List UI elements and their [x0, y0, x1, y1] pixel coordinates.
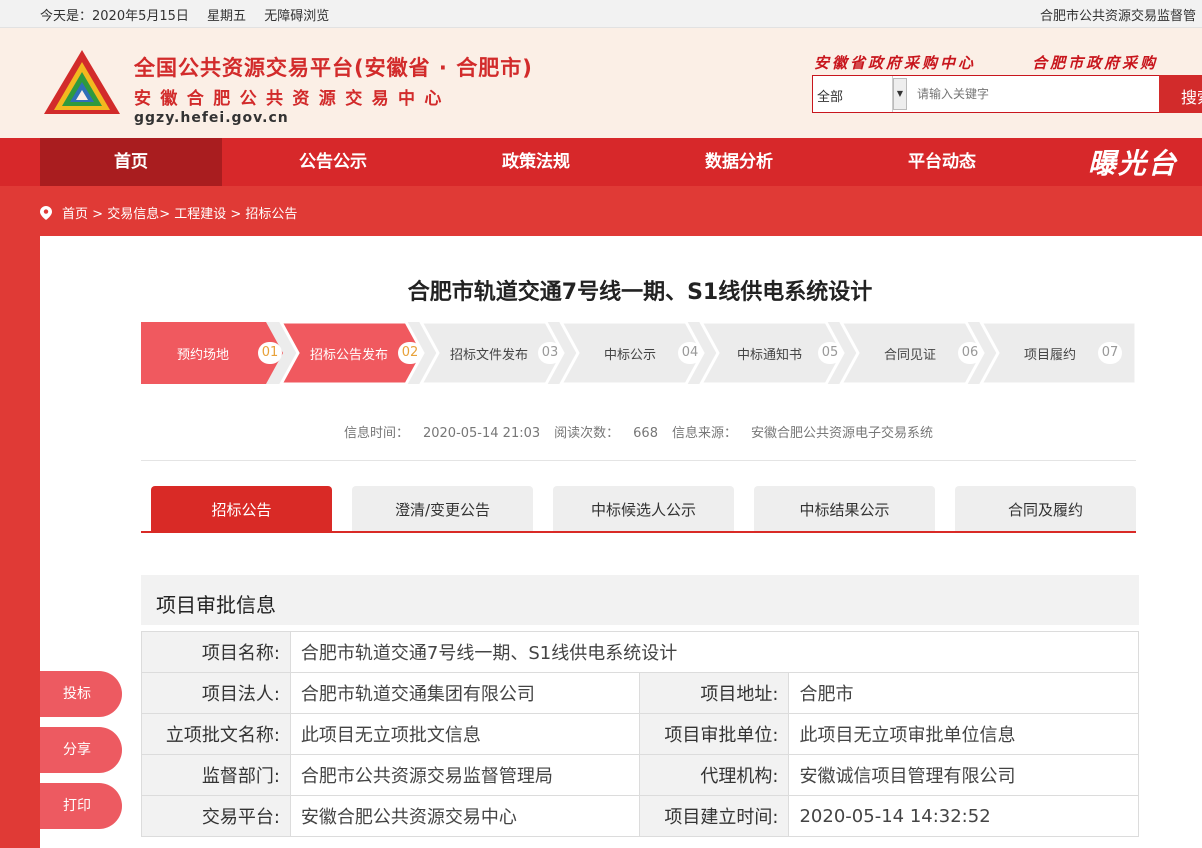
table-value: 合肥市 — [788, 672, 1139, 714]
table-row: 立项批文名称: 此项目无立项批文信息 项目审批单位: 此项目无立项审批单位信息 — [141, 713, 1139, 755]
site-subtitle: 安徽合肥公共资源交易中心 — [134, 89, 451, 109]
divider — [141, 460, 1136, 461]
site-header: 全国公共资源交易平台(安徽省 · 合肥市) 安徽合肥公共资源交易中心 ggzy.… — [0, 28, 1202, 138]
exposure-banner[interactable]: 曝光台 — [1088, 142, 1178, 182]
print-button[interactable]: 打印 — [40, 783, 122, 829]
step-label: 招标公告发布 — [310, 348, 389, 363]
step-number: 03 — [538, 342, 562, 364]
top-bar: 今天是：2020年5月15日 星期五 无障碍浏览 合肥市公共资源交易监督管 — [0, 0, 1202, 28]
step-number: 07 — [1098, 342, 1122, 364]
step-number: 04 — [678, 342, 702, 364]
main-nav: 首页 公告公示 政策法规 数据分析 平台动态 曝光台 — [0, 138, 1202, 186]
current-weekday: 星期五 — [207, 9, 247, 24]
share-button[interactable]: 分享 — [40, 727, 122, 773]
table-value: 2020-05-14 14:32:52 — [788, 795, 1139, 837]
supervision-link[interactable]: 合肥市公共资源交易监督管 — [1040, 5, 1196, 24]
info-source: 安徽合肥公共资源电子交易系统 — [751, 426, 934, 441]
table-key: 项目法人: — [141, 672, 291, 714]
info-views-label: 阅读次数： — [554, 426, 620, 441]
tab-clarification[interactable]: 澄清/变更公告 — [352, 486, 533, 532]
table-value: 此项目无立项审批单位信息 — [788, 713, 1139, 755]
tab-underline — [141, 531, 1136, 533]
search-button[interactable]: 搜索 — [1159, 75, 1202, 113]
dropdown-arrow-icon[interactable]: ▼ — [893, 78, 907, 110]
table-key: 项目审批单位: — [638, 713, 790, 755]
breadcrumb-home[interactable]: 首页 — [62, 207, 88, 222]
info-time-label: 信息时间： — [343, 426, 409, 441]
table-value: 安徽诚信项目管理有限公司 — [788, 754, 1139, 796]
table-value: 合肥市轨道交通集团有限公司 — [289, 672, 640, 714]
info-source-label: 信息来源： — [671, 426, 737, 441]
section-title: 项目审批信息 — [156, 593, 276, 617]
table-value: 合肥市公共资源交易监督管理局 — [289, 754, 640, 796]
step-label: 预约场地 — [177, 348, 230, 363]
project-info-table: 项目名称: 合肥市轨道交通7号线一期、S1线供电系统设计 项目法人: 合肥市轨道… — [141, 631, 1140, 837]
table-key: 项目建立时间: — [638, 795, 790, 837]
table-value: 合肥市轨道交通7号线一期、S1线供电系统设计 — [289, 631, 1140, 673]
table-key: 代理机构: — [638, 754, 790, 796]
step-label: 合同见证 — [884, 348, 937, 363]
nav-item-home[interactable]: 首页 — [40, 138, 222, 186]
breadcrumb-trade[interactable]: 交易信息 — [107, 207, 159, 222]
step-label: 招标文件发布 — [450, 348, 529, 363]
table-value: 安徽合肥公共资源交易中心 — [289, 795, 640, 837]
accessibility-link[interactable]: 无障碍浏览 — [264, 9, 329, 24]
site-logo-icon[interactable] — [42, 48, 122, 120]
nav-item-analytics[interactable]: 数据分析 — [648, 138, 830, 186]
breadcrumb: 首页 > 交易信息> 工程建设 > 招标公告 — [40, 203, 297, 222]
info-time: 2020-05-14 21:03 — [422, 426, 541, 441]
location-pin-icon — [40, 206, 52, 220]
page-title: 合肥市轨道交通7号线一期、S1线供电系统设计 — [407, 280, 873, 305]
table-key: 项目名称: — [141, 631, 291, 673]
city-procurement-link[interactable]: 合肥市政府采购 — [1032, 54, 1158, 72]
table-key: 项目地址: — [638, 672, 790, 714]
current-date: 今天是：2020年5月15日 — [40, 9, 189, 24]
search-input[interactable] — [909, 76, 1159, 112]
info-views: 668 — [633, 426, 658, 441]
tab-tender-notice[interactable]: 招标公告 — [151, 486, 332, 532]
search-bar: 全部 ▼ 搜索 — [812, 75, 1202, 113]
breadcrumb-engineering[interactable]: 工程建设 — [174, 207, 226, 222]
site-domain: ggzy.hefei.gov.cn — [134, 110, 289, 126]
step-number: 05 — [818, 342, 842, 364]
search-category-select[interactable]: 全部 — [813, 76, 893, 112]
bid-button[interactable]: 投标 — [40, 671, 122, 717]
step-number: 01 — [258, 342, 282, 364]
step-label: 中标通知书 — [737, 348, 803, 363]
table-row: 监督部门: 合肥市公共资源交易监督管理局 代理机构: 安徽诚信项目管理有限公司 — [141, 754, 1139, 796]
step-number: 06 — [958, 342, 982, 364]
info-line: 信息时间： 2020-05-14 21:03 阅读次数： 668 信息来源： 安徽合肥公共… — [141, 422, 1136, 441]
table-row: 项目法人: 合肥市轨道交通集团有限公司 项目地址: 合肥市 — [141, 672, 1139, 714]
step-label: 项目履约 — [1024, 348, 1077, 363]
table-value: 此项目无立项批文信息 — [289, 713, 640, 755]
breadcrumb-current[interactable]: 招标公告 — [245, 207, 297, 222]
site-title: 全国公共资源交易平台(安徽省 · 合肥市) — [134, 56, 533, 80]
table-row: 交易平台: 安徽合肥公共资源交易中心 项目建立时间: 2020-05-14 14… — [141, 795, 1139, 837]
table-key: 监督部门: — [141, 754, 291, 796]
nav-item-notices[interactable]: 公告公示 — [242, 138, 424, 186]
section-header: 项目审批信息 — [141, 575, 1139, 625]
tab-results[interactable]: 中标结果公示 — [754, 486, 935, 532]
table-row: 项目名称: 合肥市轨道交通7号线一期、S1线供电系统设计 — [141, 631, 1140, 673]
table-key: 交易平台: — [141, 795, 291, 837]
nav-item-news[interactable]: 平台动态 — [851, 138, 1033, 186]
table-key: 立项批文名称: — [141, 713, 291, 755]
tab-contract[interactable]: 合同及履约 — [955, 486, 1136, 532]
nav-item-policies[interactable]: 政策法规 — [445, 138, 627, 186]
step-number: 02 — [398, 342, 422, 364]
tab-candidates[interactable]: 中标候选人公示 — [553, 486, 734, 532]
step-label: 中标公示 — [604, 348, 657, 363]
province-procurement-link[interactable]: 安徽省政府采购中心 — [814, 54, 976, 72]
